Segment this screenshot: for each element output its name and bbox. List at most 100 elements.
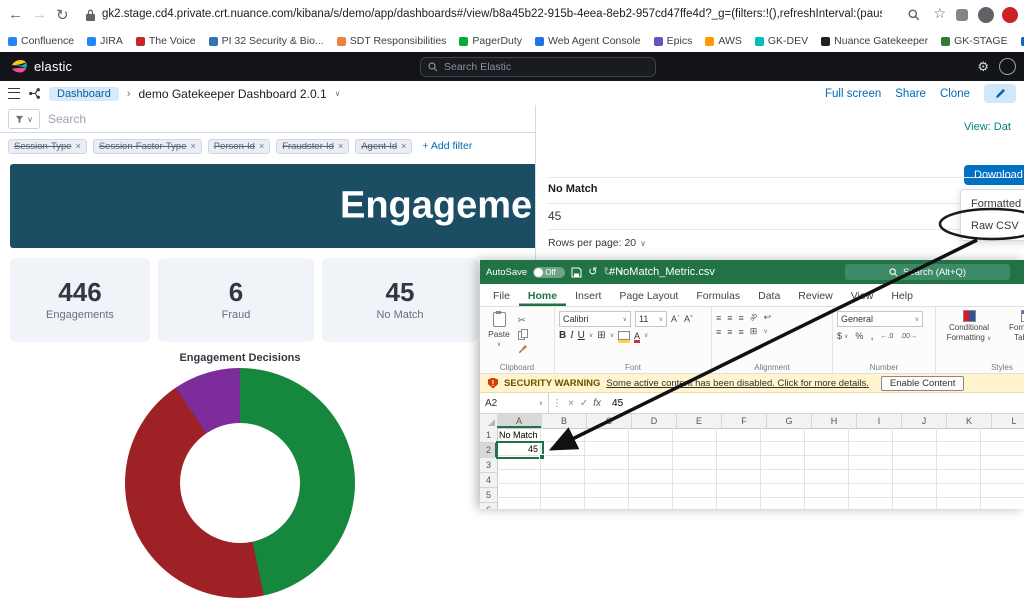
cut-scissors-icon[interactable]: ✂: [518, 315, 528, 326]
menu-item-raw-csv[interactable]: Raw CSV: [961, 215, 1024, 237]
merge-center-icon[interactable]: ⊞: [750, 326, 758, 337]
filter-pill[interactable]: Agent-Id×: [355, 139, 412, 154]
back-icon[interactable]: ←: [8, 6, 23, 23]
cells-area[interactable]: [497, 428, 1024, 509]
add-filter-link[interactable]: + Add filter: [422, 140, 472, 152]
engagement-donut[interactable]: [125, 368, 355, 598]
column-header-a[interactable]: A: [497, 414, 542, 428]
bookmark[interactable]: Confluence: [8, 35, 74, 47]
tab-view[interactable]: View: [842, 287, 883, 306]
borders-icon[interactable]: ⊞: [597, 330, 605, 341]
undo-icon[interactable]: ↺: [588, 267, 597, 278]
format-as-table-button[interactable]: Format as Table ∨: [1000, 310, 1024, 360]
enable-content-button[interactable]: Enable Content: [881, 376, 965, 391]
italic-button[interactable]: I: [570, 330, 573, 341]
remove-filter-icon[interactable]: ×: [76, 141, 81, 151]
row-header-2[interactable]: 2: [480, 443, 497, 458]
bookmark[interactable]: PagerDuty: [459, 35, 522, 47]
quick-access-chevron-icon[interactable]: ∨: [619, 269, 624, 276]
row-header[interactable]: 4: [480, 473, 497, 488]
reload-icon[interactable]: ↻: [56, 6, 69, 24]
bookmark[interactable]: AWS: [705, 35, 742, 47]
tab-data[interactable]: Data: [749, 287, 789, 306]
align-top-icon[interactable]: ≡: [716, 313, 721, 323]
filter-pill[interactable]: Person-Id×: [208, 139, 270, 154]
row-header[interactable]: 1: [480, 428, 497, 443]
bookmark[interactable]: Nuance Gatekeeper: [821, 35, 928, 47]
download-csv-button[interactable]: Download CSV: [964, 165, 1024, 185]
redo-icon[interactable]: ↻: [603, 267, 612, 278]
bookmark[interactable]: Epics: [654, 35, 693, 47]
excel-search-box[interactable]: Search (Alt+Q): [845, 264, 1010, 280]
increase-decimal-icon[interactable]: ←.0: [881, 333, 894, 340]
column-header[interactable]: C: [587, 414, 632, 428]
nav-flow-icon[interactable]: [28, 87, 41, 100]
column-header[interactable]: B: [542, 414, 587, 428]
tab-review[interactable]: Review: [789, 287, 841, 306]
elastic-search-input[interactable]: Search Elastic: [420, 57, 656, 77]
full-screen-link[interactable]: Full screen: [825, 88, 881, 100]
align-bottom-icon[interactable]: ≡: [739, 313, 744, 323]
remove-filter-icon[interactable]: ×: [259, 141, 264, 151]
remove-filter-icon[interactable]: ×: [338, 141, 343, 151]
row-header[interactable]: 5: [480, 488, 497, 503]
decrease-decimal-icon[interactable]: .00→: [900, 333, 917, 340]
column-header[interactable]: F: [722, 414, 767, 428]
copy-icon[interactable]: [518, 329, 528, 341]
filter-pill[interactable]: Session-Factor-Type×: [93, 139, 202, 154]
underline-button[interactable]: U: [578, 330, 585, 341]
column-header[interactable]: K: [947, 414, 992, 428]
column-header[interactable]: H: [812, 414, 857, 428]
shrink-font-icon[interactable]: Aˇ: [684, 314, 693, 324]
cancel-x-icon[interactable]: ×: [568, 398, 574, 409]
column-header[interactable]: I: [857, 414, 902, 428]
bookmark[interactable]: JIRA: [87, 35, 123, 47]
tab-file[interactable]: File: [484, 287, 519, 306]
autosave-toggle[interactable]: Off: [533, 267, 565, 278]
column-header[interactable]: J: [902, 414, 947, 428]
gear-icon[interactable]: ⚙: [977, 59, 989, 75]
share-link[interactable]: Share: [895, 88, 926, 100]
menu-hamburger-icon[interactable]: [8, 88, 20, 99]
currency-format-icon[interactable]: $: [837, 331, 842, 341]
orientation-icon[interactable]: ab: [748, 312, 758, 322]
align-middle-icon[interactable]: ≡: [727, 313, 732, 323]
clone-link[interactable]: Clone: [940, 88, 970, 100]
percent-format-icon[interactable]: %: [855, 331, 863, 341]
menu-item-formatted-csv[interactable]: Formatted C: [961, 193, 1024, 215]
bookmark-star-icon[interactable]: ☆: [933, 5, 946, 22]
tab-insert[interactable]: Insert: [566, 287, 610, 306]
tab-home[interactable]: Home: [519, 287, 566, 306]
extensions-puzzle-icon[interactable]: [956, 9, 968, 21]
enter-check-icon[interactable]: ✓: [580, 398, 588, 409]
bookmark[interactable]: Web Agent Console: [535, 35, 641, 47]
help-avatar-icon[interactable]: [999, 58, 1016, 75]
fx-icon[interactable]: fx: [593, 398, 601, 409]
profile-avatar[interactable]: [978, 7, 994, 23]
grow-font-icon[interactable]: Aˊ: [671, 314, 680, 324]
bookmark[interactable]: GK-PROD: [1021, 35, 1024, 47]
query-filter-button[interactable]: ∨: [8, 109, 40, 129]
filter-pill[interactable]: Fraudster-Id×: [276, 139, 349, 154]
chevron-down-icon[interactable]: ∨: [335, 89, 341, 98]
bookmark[interactable]: GK-STAGE: [941, 35, 1007, 47]
align-right-icon[interactable]: ≡: [739, 327, 744, 337]
breadcrumb[interactable]: Dashboard: [49, 87, 119, 101]
font-color-icon[interactable]: A: [634, 331, 640, 341]
remove-filter-icon[interactable]: ×: [190, 141, 195, 151]
bookmark[interactable]: SDT Responsibilities: [337, 35, 447, 47]
format-painter-brush-icon[interactable]: [518, 344, 528, 354]
bookmark[interactable]: The Voice: [136, 35, 196, 47]
name-box[interactable]: A2∨: [480, 393, 549, 413]
paste-button[interactable]: Paste ∨: [484, 310, 514, 348]
address-bar[interactable]: gk2.stage.cd4.private.crt.nuance.com/kib…: [102, 8, 882, 20]
formula-input[interactable]: 45: [612, 398, 623, 409]
number-format-combo[interactable]: General∨: [837, 311, 923, 327]
comma-format-icon[interactable]: ,: [870, 330, 873, 342]
dashboard-search-input[interactable]: Search: [48, 112, 86, 126]
tab-formulas[interactable]: Formulas: [687, 287, 749, 306]
font-name-combo[interactable]: Calibri∨: [559, 311, 631, 327]
edit-button[interactable]: [984, 84, 1016, 103]
wrap-text-icon[interactable]: ↩: [764, 312, 772, 323]
cell-a1[interactable]: No Match: [497, 428, 543, 442]
